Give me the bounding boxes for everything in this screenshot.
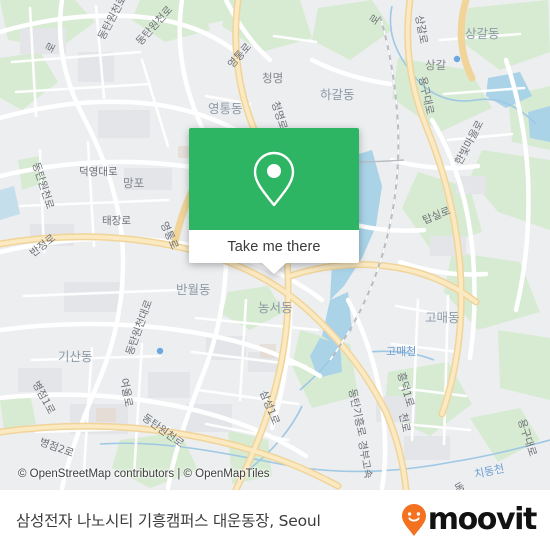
map-pin-icon: [253, 151, 295, 207]
take-me-there-label: Take me there: [227, 238, 321, 255]
map-viewport[interactable]: 동탄원천로 로 동탄원천로 영통로 청명 하갈동 영통동 청명로 로 상갈동 상갈 용구대로 상갈로 한빛…: [0, 0, 550, 490]
map-attribution[interactable]: © OpenStreetMap contributors | © OpenMap…: [0, 468, 550, 480]
moovit-logo[interactable]: moovit: [401, 502, 538, 537]
callout-action-area[interactable]: Take me there: [189, 230, 359, 274]
moovit-pin-smiley-icon: [401, 504, 426, 536]
destination-callout[interactable]: Take me there: [189, 128, 359, 274]
callout-icon-area: [189, 128, 359, 230]
callout-pointer: [262, 263, 286, 274]
moovit-wordmark: moovit: [427, 502, 538, 537]
map-screenshot-page: 동탄원천로 로 동탄원천로 영통로 청명 하갈동 영통동 청명로 로 상갈동 상갈 용구대로 상갈로 한빛…: [0, 0, 550, 550]
footer-bar: 삼성전자 나노시티 기흥캠퍼스 대운동장, Seoul moovit: [0, 490, 550, 550]
location-title: 삼성전자 나노시티 기흥캠퍼스 대운동장, Seoul: [16, 512, 321, 530]
